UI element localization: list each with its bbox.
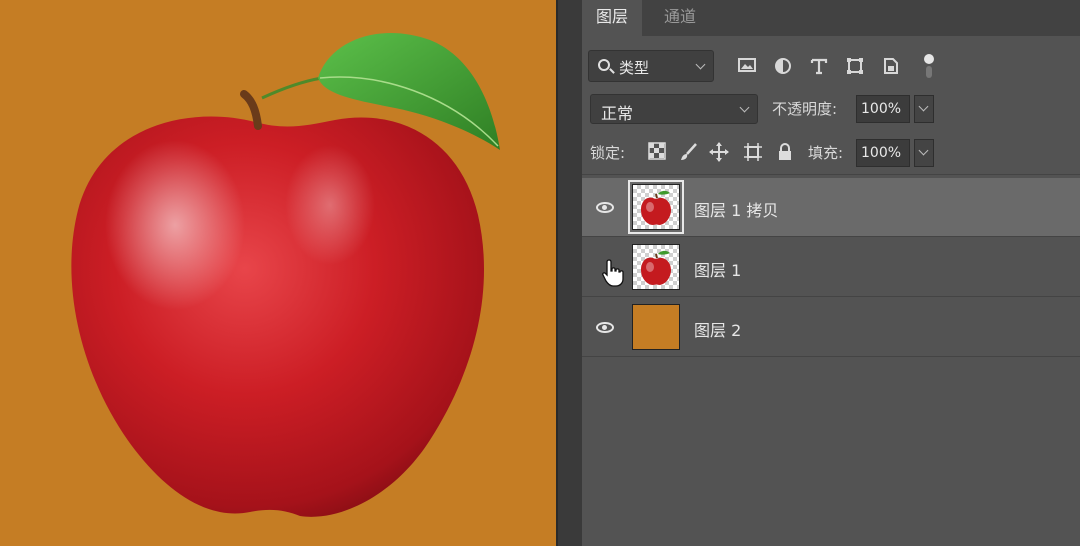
separator (582, 236, 1080, 237)
image-filter-icon[interactable] (736, 56, 758, 78)
eye-icon[interactable] (596, 202, 614, 213)
leaf-stalk (261, 76, 323, 100)
layer-thumbnail (632, 304, 680, 350)
panel-divider[interactable] (556, 0, 582, 546)
type-filter-icon[interactable] (808, 56, 830, 78)
opacity-input[interactable]: 100% (856, 95, 910, 123)
apple-highlight-2 (285, 145, 375, 265)
chevron-down-icon (739, 102, 750, 113)
layers-panel: 图层 通道 类型 正常 不透明度: 100% 锁定: 填充: 100% 图层 1… (582, 0, 1080, 546)
layer-name[interactable]: 图层 1 拷贝 (694, 197, 778, 221)
panel-tab-bar: 图层 通道 (582, 0, 1080, 36)
filter-kind-label: 类型 (619, 59, 650, 77)
layer-row-1[interactable]: 图层 1 (582, 238, 1080, 296)
lock-label: 锁定: (590, 144, 626, 162)
separator (582, 174, 1080, 175)
filter-toggle-icon[interactable] (918, 52, 940, 78)
lock-row: 锁定: 填充: 100% (582, 136, 1080, 172)
apple-image (71, 32, 500, 517)
opacity-dropdown[interactable] (914, 95, 934, 123)
blend-row: 正常 不透明度: 100% (582, 92, 1080, 128)
shape-filter-icon[interactable] (844, 56, 866, 78)
layer-name[interactable]: 图层 1 (694, 257, 741, 281)
search-icon (598, 59, 610, 71)
lock-transparent-pixels-icon[interactable] (646, 142, 668, 164)
layer-name[interactable]: 图层 2 (694, 317, 741, 341)
adjustment-filter-icon[interactable] (772, 56, 794, 78)
lock-artboard-icon[interactable] (742, 142, 764, 164)
divider-edge (556, 0, 558, 546)
blend-mode-label: 正常 (601, 104, 634, 123)
chevron-down-icon (918, 101, 929, 112)
layer-row-2[interactable]: 图层 2 (582, 298, 1080, 356)
filter-kind-select[interactable]: 类型 (588, 50, 714, 82)
opacity-label: 不透明度: (772, 100, 838, 118)
fill-dropdown[interactable] (914, 139, 934, 167)
lock-position-icon[interactable] (708, 142, 730, 164)
layer-thumbnail (628, 180, 684, 234)
lock-all-icon[interactable] (774, 142, 796, 164)
separator (582, 296, 1080, 297)
layer-filter-row: 类型 (582, 48, 1080, 84)
document-canvas[interactable] (0, 0, 556, 546)
separator (582, 356, 1080, 357)
tab-layers[interactable]: 图层 (582, 0, 643, 36)
tab-channels[interactable]: 通道 (650, 0, 710, 36)
layer-thumbnail (632, 244, 680, 290)
lock-image-pixels-icon[interactable] (678, 142, 700, 164)
apple-highlight (105, 140, 245, 310)
fill-label: 填充: (808, 144, 844, 162)
hand-cursor-icon (601, 258, 625, 292)
smart-object-filter-icon[interactable] (880, 56, 902, 78)
layer-row-copy[interactable]: 图层 1 拷贝 (582, 178, 1080, 236)
eye-icon[interactable] (596, 322, 614, 333)
chevron-down-icon (695, 59, 706, 70)
chevron-down-icon (918, 145, 929, 156)
blend-mode-select[interactable]: 正常 (590, 94, 758, 124)
fill-input[interactable]: 100% (856, 139, 910, 167)
